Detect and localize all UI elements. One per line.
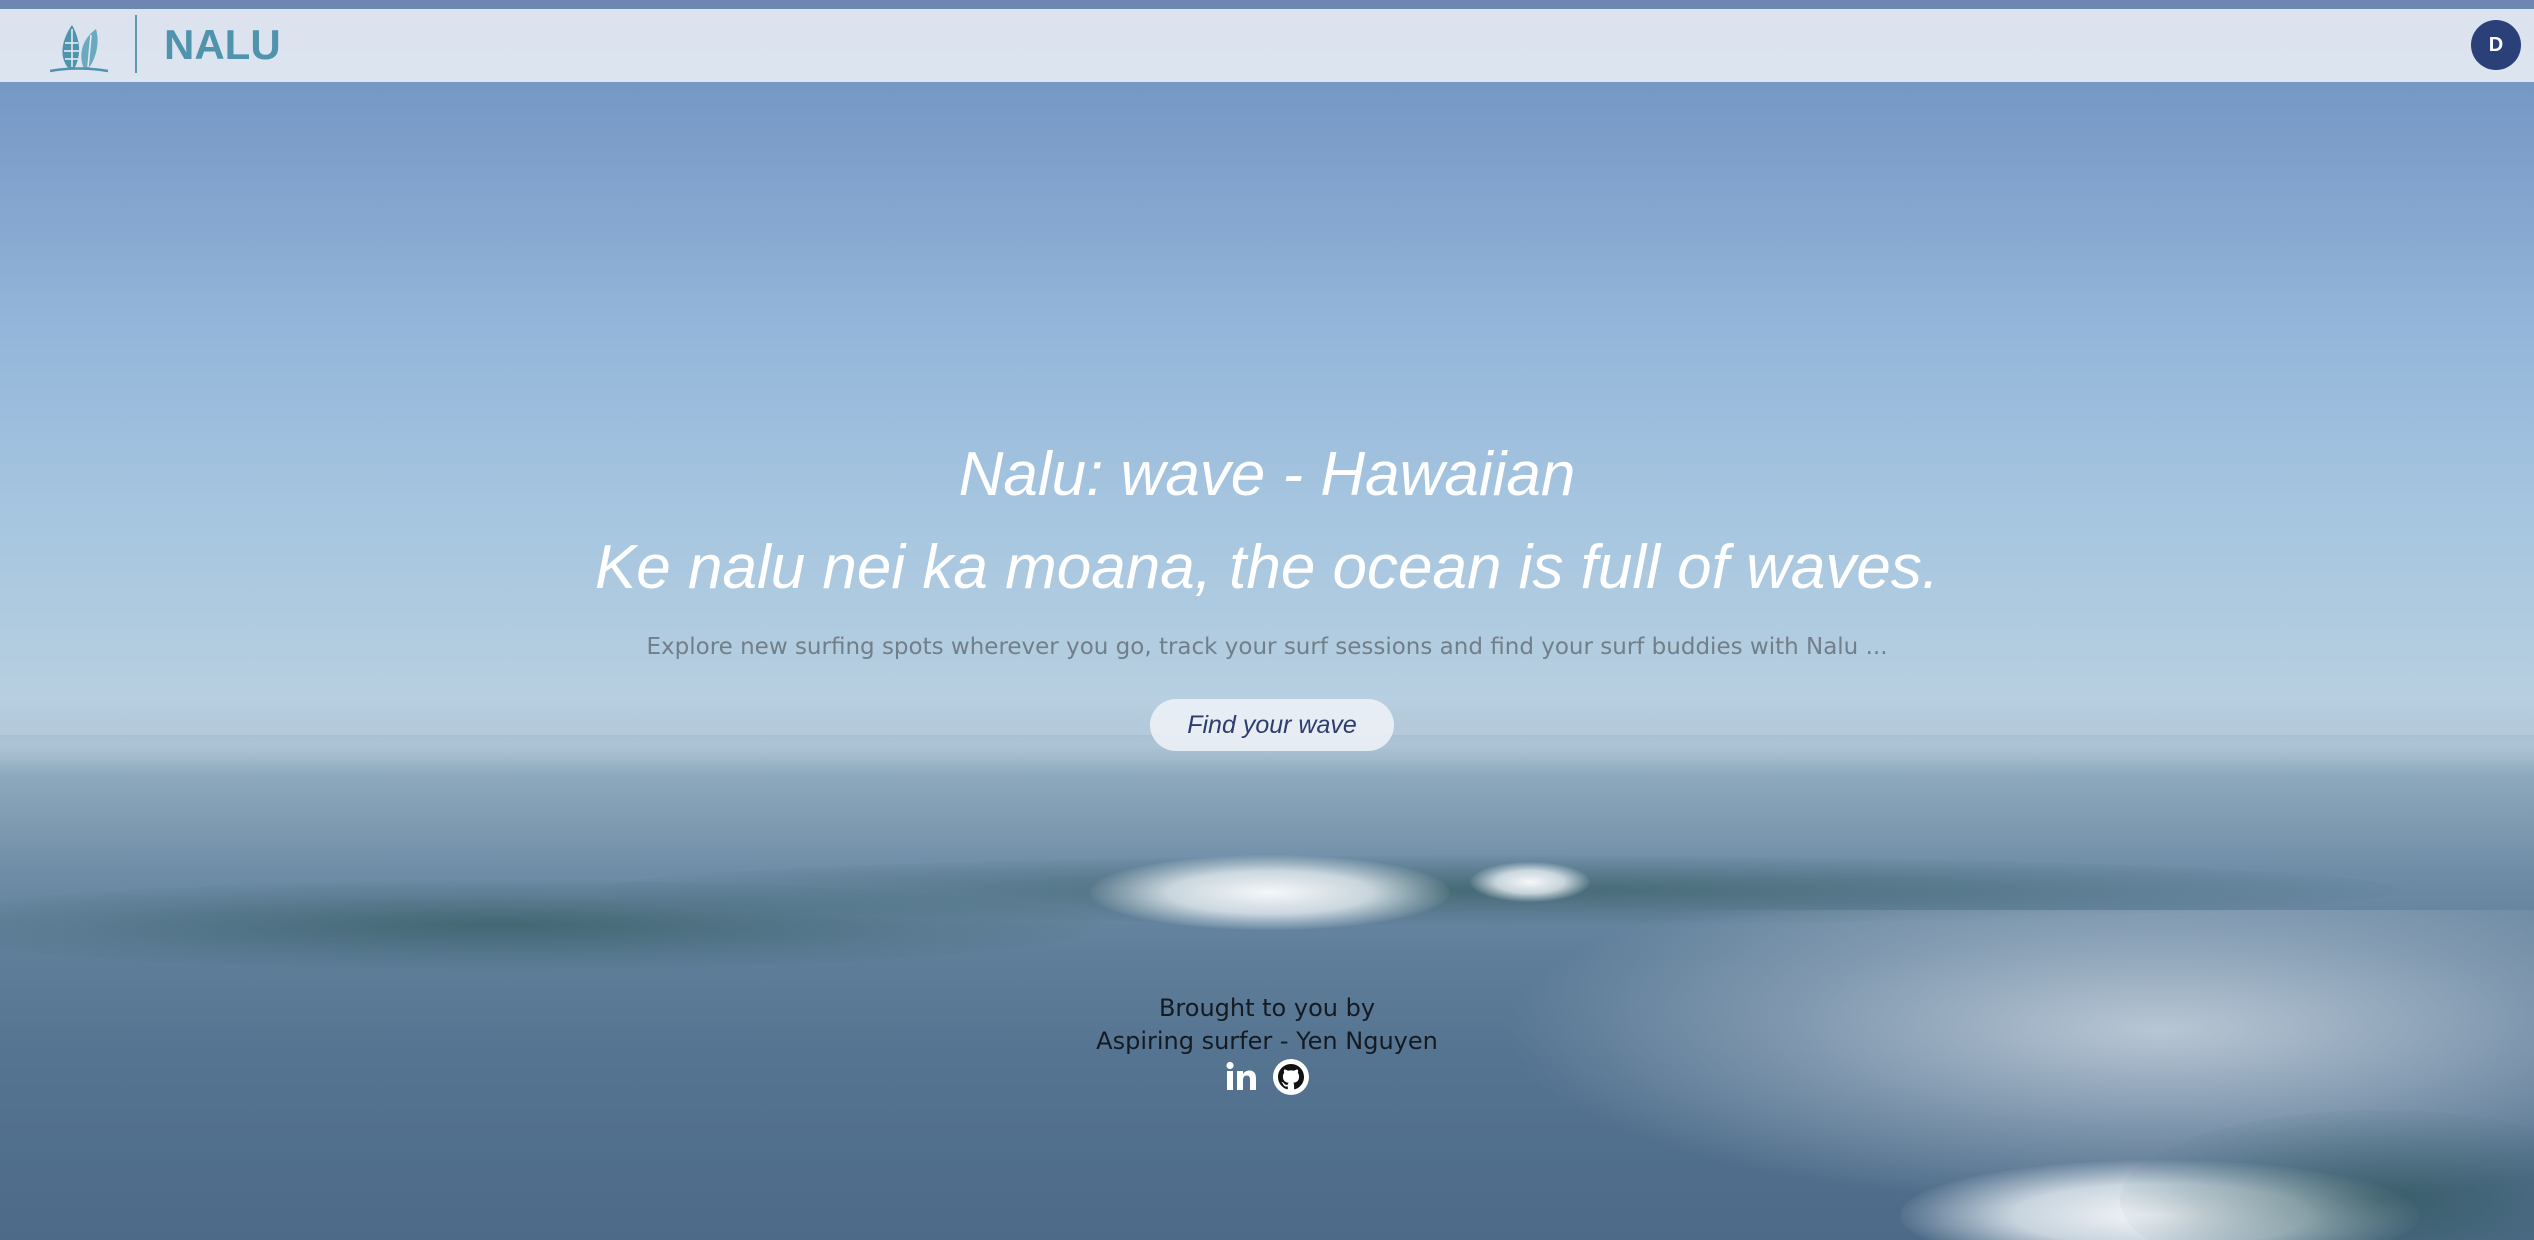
user-avatar[interactable]: D <box>2471 20 2521 70</box>
hero-description: Explore new surfing spots wherever you g… <box>646 634 1888 660</box>
surfboard-logo-icon[interactable] <box>44 19 112 77</box>
linkedin-icon[interactable] <box>1222 1058 1260 1096</box>
find-your-wave-button[interactable]: Find your wave <box>1150 699 1394 751</box>
wave-foam-small <box>1470 862 1590 902</box>
top-strip <box>0 0 2534 9</box>
github-icon[interactable] <box>1272 1058 1310 1096</box>
credits-line-author: Aspiring surfer - Yen Nguyen <box>1096 1027 1438 1055</box>
navbar: NALU D <box>0 9 2534 82</box>
brand-logo-text[interactable]: NALU <box>164 20 281 70</box>
credits-line-brought-by: Brought to you by <box>1158 994 1376 1022</box>
hero-title: Nalu: wave - Hawaiian <box>958 440 1576 509</box>
wave-foam <box>1090 855 1450 930</box>
hero-subtitle: Ke nalu nei ka moana, the ocean is full … <box>594 533 1940 602</box>
landing-page: NALU D Nalu: wave - Hawaiian Ke nalu nei… <box>0 0 2534 1240</box>
logo-divider <box>135 15 137 73</box>
